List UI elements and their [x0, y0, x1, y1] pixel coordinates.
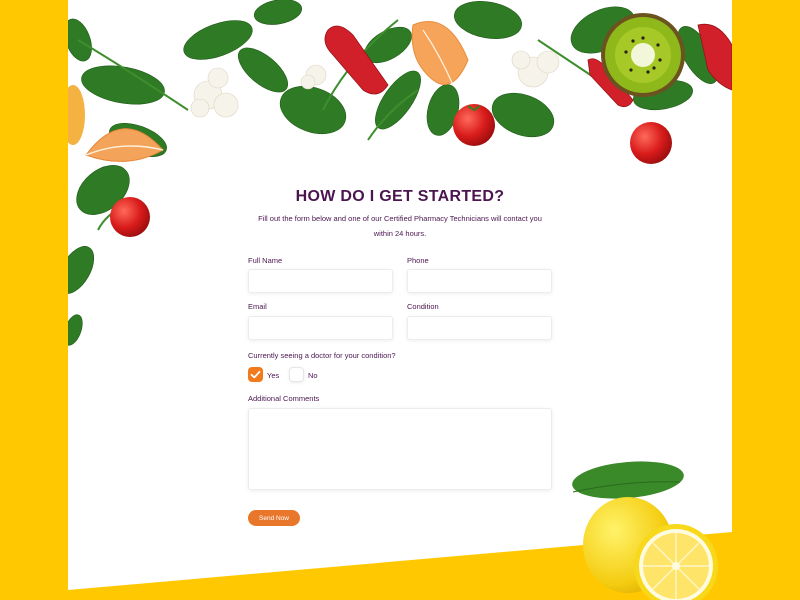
- email-input[interactable]: [248, 316, 393, 340]
- spinach-leaf-icon: [68, 0, 719, 346]
- checkmark-icon: [250, 370, 261, 379]
- full-name-label: Full Name: [248, 256, 283, 265]
- yes-checkbox[interactable]: [248, 367, 263, 382]
- page-title: HOW DO I GET STARTED?: [295, 188, 505, 205]
- condition-label: Condition: [407, 302, 439, 311]
- condition-input[interactable]: [407, 316, 552, 340]
- no-option-label[interactable]: No: [308, 371, 318, 380]
- red-pepper-icon: [324, 23, 732, 108]
- doctor-question-label: Currently seeing a doctor for your condi…: [248, 351, 396, 360]
- kiwi-icon: [601, 13, 685, 97]
- intro-text: Fill out the form below and one of our C…: [258, 214, 542, 238]
- tangerine-icon: [68, 21, 469, 162]
- comments-textarea[interactable]: [248, 408, 552, 490]
- bottom-band: [68, 532, 732, 600]
- no-checkbox[interactable]: [289, 367, 304, 382]
- phone-label: Phone: [407, 256, 429, 265]
- cauliflower-icon: [190, 50, 560, 118]
- full-name-input[interactable]: [248, 269, 393, 293]
- send-now-button[interactable]: Send Now: [248, 510, 300, 526]
- content-panel: HOW DO I GET STARTED? Fill out the form …: [68, 0, 732, 600]
- email-label: Email: [248, 302, 267, 311]
- yes-option-label[interactable]: Yes: [267, 371, 279, 380]
- phone-input[interactable]: [407, 269, 552, 293]
- comments-label: Additional Comments: [248, 394, 320, 403]
